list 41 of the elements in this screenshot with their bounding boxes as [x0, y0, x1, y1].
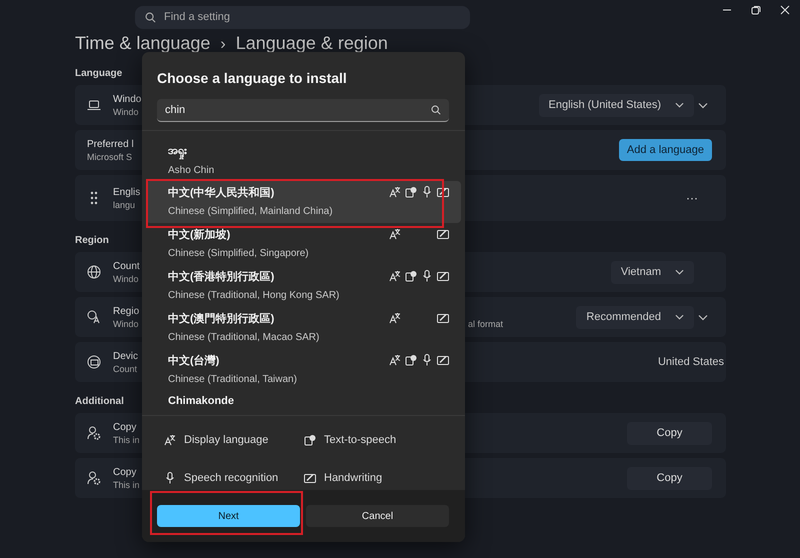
- language-name: Chinese (Traditional, Hong Kong SAR): [168, 290, 340, 301]
- setting-title: Devic: [113, 350, 138, 362]
- language-name: Chinese (Simplified, Singapore): [168, 248, 309, 259]
- section-label: Region: [75, 235, 109, 246]
- native-language-name: 中文(澳門特別行政區): [168, 312, 274, 326]
- setting-title: Englis: [113, 186, 140, 198]
- native-language-name: Chimakonde: [168, 394, 234, 407]
- setting-description: Count: [113, 364, 138, 374]
- language-name: Chinese (Traditional, Taiwan): [168, 374, 297, 385]
- setting-title: Regio: [113, 306, 140, 316]
- setting-description: Windo: [113, 106, 139, 116]
- language-name: Chinese (Simplified, Mainland China): [168, 206, 333, 217]
- setting-title: Preferred l: [87, 138, 134, 150]
- section-label: Additional: [75, 396, 124, 407]
- legend-label: Handwriting: [324, 472, 382, 484]
- setting-description: This in: [113, 434, 140, 444]
- language-name: Chinese (Traditional, Macao SAR): [168, 332, 320, 343]
- native-language-name: 中文(新加坡): [168, 228, 230, 242]
- native-language-name: 中文(台灣): [168, 354, 220, 368]
- page-title: Language & region: [236, 34, 388, 52]
- legend-label: Text-to-speech: [324, 434, 396, 446]
- native-language-name: 中文(中华人民共和国): [168, 186, 274, 200]
- setting-description: This in: [113, 480, 140, 490]
- setting-title: Count: [113, 260, 140, 272]
- setting-value: United States: [658, 356, 724, 368]
- setting-description: Microsoft S: [87, 152, 132, 162]
- legend-label: Speech recognition: [184, 472, 278, 484]
- section-label: Language: [75, 68, 122, 79]
- setting-description: al format: [468, 318, 503, 328]
- dialog-title: Choose a language to install: [157, 70, 348, 86]
- setting-title: Copy: [113, 422, 136, 432]
- breadcrumb-separator: ›: [220, 36, 226, 54]
- legend-label: Display language: [184, 434, 268, 446]
- native-language-name: 中文(香港特別行政區): [168, 270, 274, 284]
- setting-description: Windo: [113, 318, 139, 328]
- native-language-name: အရှုး: [168, 142, 188, 159]
- setting-title: Windo: [113, 94, 142, 104]
- setting-description: Windo: [113, 274, 139, 284]
- language-name: Asho Chin: [168, 164, 214, 176]
- setting-title: Copy: [113, 466, 136, 478]
- setting-description: langu: [113, 200, 136, 210]
